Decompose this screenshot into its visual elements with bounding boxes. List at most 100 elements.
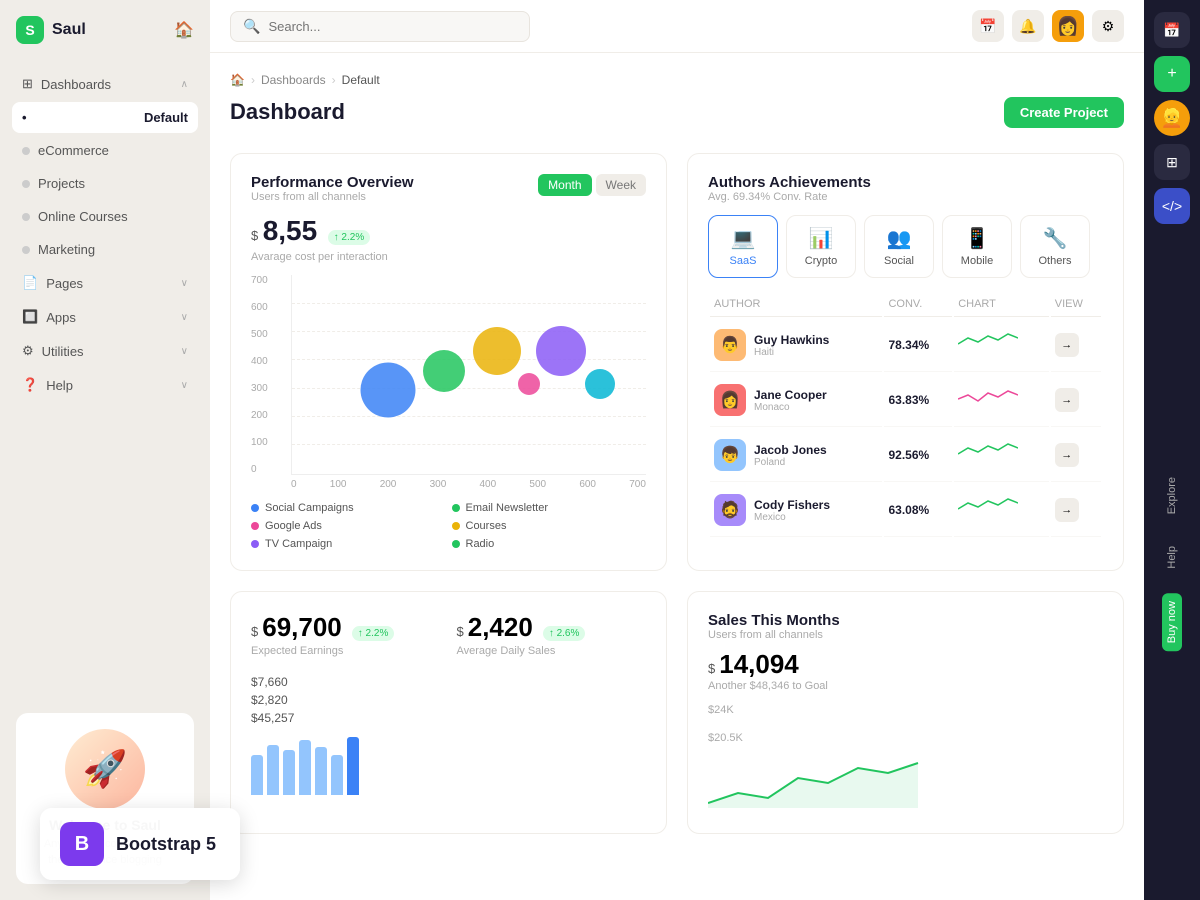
legend-email: Email Newsletter [452,502,647,514]
add-btn[interactable]: + [1154,56,1190,92]
page-title: Dashboard [230,99,380,125]
dashboards-icon: ⊞ [22,76,33,92]
dot-icon [22,213,30,221]
tab-month[interactable]: Month [538,174,591,196]
authors-table: AUTHOR CONV. CHART VIEW 👨 Guy Hawkins Ha… [708,290,1103,539]
tab-crypto[interactable]: 📊 Crypto [786,215,856,278]
bar [251,755,263,795]
daily-sales-value: 2,420 [468,612,533,643]
chart-title: Performance Overview [251,174,414,191]
tab-saas[interactable]: 💻 SaaS [708,215,778,278]
settings-icon[interactable]: ⚙ [1092,10,1124,42]
sales-value: 14,094 [719,649,799,680]
legend-courses: Courses [452,520,647,532]
calendar-icon[interactable]: 📅 [972,10,1004,42]
code-icon[interactable]: </> [1154,188,1190,224]
sidebar: S Saul 🏠 ⊞ Dashboards ∧ Default eCommerc… [0,0,210,900]
notification-icon[interactable]: 🔔 [1012,10,1044,42]
table-row: 👩 Jane Cooper Monaco 63.83% → [710,374,1101,427]
search-box[interactable]: 🔍 [230,11,530,42]
sidebar-item-marketing[interactable]: Marketing [12,234,198,265]
conv-rate: 78.34% [884,319,952,372]
tab-others[interactable]: 🔧 Others [1020,215,1090,278]
sidebar-item-help[interactable]: ❓ Help ∨ [12,369,198,401]
view-button[interactable]: → [1055,388,1079,412]
sidebar-toggle-icon[interactable]: 🏠 [174,20,194,40]
buynow-tab[interactable]: Buy now [1162,593,1182,651]
sidebar-item-ecommerce[interactable]: eCommerce [12,135,198,166]
breadcrumb-dashboards[interactable]: Dashboards [261,73,326,87]
chevron-icon: ∨ [181,278,188,289]
view-button[interactable]: → [1055,498,1079,522]
legend-social: Social Campaigns [251,502,446,514]
bubble-courses [518,373,540,395]
sidebar-header: S Saul 🏠 [0,0,210,60]
value-row-1: $7,660 [251,673,646,691]
chart-legend: Social Campaigns Email Newsletter Google… [251,502,646,550]
sidebar-item-projects[interactable]: Projects [12,168,198,199]
legend-radio: Radio [452,538,647,550]
value-row-3: $45,257 [251,709,646,727]
stats-row: $ 69,700 ↑ 2.2% Expected Earnings $ 2,42… [230,591,1124,834]
saas-icon: 💻 [731,226,756,251]
chevron-icon: ∨ [181,380,188,391]
help-tab[interactable]: Help [1162,538,1182,577]
user-avatar[interactable]: 👩 [1052,10,1084,42]
tab-mobile[interactable]: 📱 Mobile [942,215,1012,278]
dot-icon [22,180,30,188]
legend-tv: TV Campaign [251,538,446,550]
social-icon: 👥 [887,226,912,251]
tab-social[interactable]: 👥 Social [864,215,934,278]
bubble-social [360,363,415,418]
sidebar-item-dashboards[interactable]: ⊞ Dashboards ∧ [12,68,198,100]
mini-chart [958,442,1018,466]
view-button[interactable]: → [1055,443,1079,467]
logo: S Saul [16,16,86,44]
tab-group: Month Week [538,174,646,196]
expected-earnings: $ 69,700 ↑ 2.2% Expected Earnings [251,612,441,657]
sales-month-card: Sales This Months Users from all channel… [687,591,1124,834]
right-panel: 📅 + 👱 ⊞ </> Explore Help Buy now [1144,0,1200,900]
apps-icon: 🔲 [22,309,38,325]
bar [283,750,295,795]
bar [267,745,279,795]
search-input[interactable] [268,19,517,34]
home-icon[interactable]: 🏠 [230,73,245,87]
dashboard-grid: Performance Overview Users from all chan… [230,153,1124,571]
author-avatar: 👦 [714,439,746,471]
sidebar-item-pages[interactable]: 📄 Pages ∨ [12,267,198,299]
bubble-email [423,350,465,392]
tab-week[interactable]: Week [596,174,646,196]
calendar-btn[interactable]: 📅 [1154,12,1190,48]
conv-rate: 63.83% [884,374,952,427]
sidebar-item-utilities[interactable]: ⚙ Utilities ∨ [12,335,198,367]
create-project-button[interactable]: Create Project [1004,97,1124,128]
bar [315,747,327,795]
bar-chart [251,735,646,795]
sidebar-item-online-courses[interactable]: Online Courses [12,201,198,232]
authors-tabs: 💻 SaaS 📊 Crypto 👥 Social 📱 Mobile [708,215,1103,278]
chevron-icon: ∨ [181,312,188,323]
y-label-24k: $24K [708,704,1103,716]
sales-title: Sales This Months [708,612,1103,629]
view-button[interactable]: → [1055,333,1079,357]
grid-icon[interactable]: ⊞ [1154,144,1190,180]
daily-sales-label: Average Daily Sales [457,645,647,657]
others-icon: 🔧 [1043,226,1068,251]
conv-rate: 92.56% [884,429,952,482]
metric-label: Avarage cost per interaction [251,251,646,263]
author-avatar: 👩 [714,384,746,416]
explore-tab[interactable]: Explore [1162,469,1182,522]
bar [299,740,311,795]
table-row: 👨 Guy Hawkins Haiti 78.34% → [710,319,1101,372]
topbar: 🔍 📅 🔔 👩 ⚙ [210,0,1144,53]
breadcrumb: 🏠 › Dashboards › Default [230,73,380,87]
sales-subtitle: Users from all channels [708,629,1103,641]
mini-chart [958,387,1018,411]
sidebar-item-apps[interactable]: 🔲 Apps ∨ [12,301,198,333]
dot-icon [22,147,30,155]
user-avatar-right[interactable]: 👱 [1154,100,1190,136]
sidebar-item-default[interactable]: Default [12,102,198,133]
bubble-tv [536,326,586,376]
area-chart [708,748,1103,808]
